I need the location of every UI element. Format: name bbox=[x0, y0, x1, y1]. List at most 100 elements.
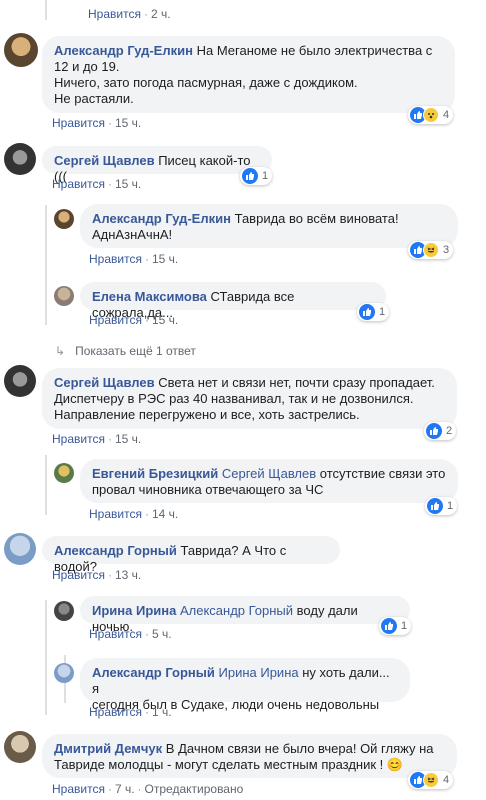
comment-text: отсутствие связи это bbox=[319, 466, 446, 481]
show-more-replies[interactable]: ↳ Показать ещё 1 ответ bbox=[55, 344, 196, 358]
comment-time[interactable]: 14 ч. bbox=[152, 507, 178, 521]
like-link[interactable]: Нравится bbox=[52, 782, 105, 796]
like-link[interactable]: Нравится bbox=[52, 177, 105, 191]
reaction-count: 3 bbox=[443, 244, 450, 256]
comment-text: провал чиновника отвечающего за ЧС bbox=[92, 482, 324, 497]
avatar[interactable] bbox=[4, 731, 36, 763]
author-name[interactable]: Александр Гуд-Елкин bbox=[92, 211, 231, 226]
haha-reaction-icon bbox=[423, 772, 439, 788]
reaction-count: 1 bbox=[379, 306, 386, 318]
avatar[interactable] bbox=[4, 365, 36, 397]
comment-bubble: Ирина Ирина Александр Горный воду дали н… bbox=[80, 596, 410, 634]
reaction-counter[interactable]: 3 bbox=[408, 241, 454, 259]
avatar[interactable] bbox=[54, 601, 74, 621]
thread-line bbox=[45, 205, 47, 325]
avatar[interactable] bbox=[54, 663, 74, 683]
comment-time[interactable]: 15 ч. bbox=[152, 252, 178, 266]
avatar[interactable] bbox=[4, 533, 36, 565]
reaction-count: 1 bbox=[262, 170, 269, 182]
author-name[interactable]: Елена Максимова bbox=[92, 289, 207, 304]
author-name[interactable]: Ирина Ирина bbox=[92, 603, 176, 618]
author-name[interactable]: Сергей Щавлев bbox=[54, 375, 155, 390]
like-link[interactable]: Нравится bbox=[89, 313, 142, 327]
like-reaction-icon bbox=[242, 168, 258, 184]
avatar[interactable] bbox=[54, 209, 74, 229]
comment-time[interactable]: 15 ч. bbox=[115, 432, 141, 446]
comment-time[interactable]: 15 ч. bbox=[115, 177, 141, 191]
comment-text: Не растаяли. bbox=[54, 91, 134, 106]
like-link[interactable]: Нравится bbox=[52, 116, 105, 130]
reaction-counter[interactable]: 1 bbox=[379, 617, 412, 635]
author-name[interactable]: Дмитрий Демчук bbox=[54, 741, 162, 756]
reaction-count: 2 bbox=[446, 425, 453, 437]
wow-reaction-icon bbox=[423, 107, 439, 123]
avatar[interactable] bbox=[54, 463, 74, 483]
author-name[interactable]: Сергей Щавлев bbox=[54, 153, 155, 168]
comment-bubble: Александр Горный Таврида? А Что с водой? bbox=[42, 536, 340, 574]
like-link[interactable]: Нравится bbox=[88, 7, 141, 21]
comment-bubble: Александр Гуд-Елкин Таврида во всём вино… bbox=[80, 204, 458, 248]
comment-time[interactable]: 2 ч. bbox=[151, 7, 171, 21]
thread-line bbox=[45, 0, 47, 20]
reaction-counter[interactable]: 4 bbox=[408, 106, 454, 124]
reaction-count: 1 bbox=[401, 620, 408, 632]
comment-bubble: Евгений Брезицкий Сергей Щавлев отсутств… bbox=[80, 459, 458, 503]
comment-time[interactable]: 15 ч. bbox=[152, 313, 178, 327]
reaction-counter[interactable]: 1 bbox=[425, 497, 458, 515]
comment-actions: Нравится · 15 ч. bbox=[89, 252, 179, 266]
comment-actions: Нравится · 15 ч. bbox=[52, 432, 142, 446]
comment-time[interactable]: 13 ч. bbox=[115, 568, 141, 582]
author-name[interactable]: Александр Горный bbox=[92, 665, 215, 680]
author-name[interactable]: Евгений Брезицкий bbox=[92, 466, 218, 481]
mention-tag[interactable]: Сергей Щавлев bbox=[222, 466, 316, 481]
comment-bubble: Александр Горный Ирина Ирина ну хоть дал… bbox=[80, 658, 410, 712]
comment-text: Света нет и связи нет, почти сразу пропа… bbox=[158, 375, 435, 390]
avatar[interactable] bbox=[4, 33, 38, 67]
reaction-count: 4 bbox=[443, 774, 450, 786]
comment-actions: Нравится · 13 ч. bbox=[52, 568, 142, 582]
comment-bubble: Дмитрий Демчук В Дачном связи не было вч… bbox=[42, 734, 457, 778]
mention-tag[interactable]: Александр Горный bbox=[180, 603, 293, 618]
comment-actions: Нравится · 2 ч. bbox=[88, 7, 171, 21]
comment-actions: Нравится · 15 ч. bbox=[52, 116, 142, 130]
mention-tag[interactable]: Ирина Ирина bbox=[219, 665, 299, 680]
like-link[interactable]: Нравится bbox=[89, 705, 142, 719]
comment-actions: Нравится · 5 ч. bbox=[89, 627, 172, 641]
comment-time[interactable]: 5 ч. bbox=[152, 627, 172, 641]
reaction-counter[interactable]: 4 bbox=[408, 771, 454, 789]
like-link[interactable]: Нравится bbox=[52, 432, 105, 446]
comment-text: Таврида во всём виновата! bbox=[234, 211, 399, 226]
comment-time[interactable]: 15 ч. bbox=[115, 116, 141, 130]
author-name[interactable]: Александр Гуд-Елкин bbox=[54, 43, 193, 58]
comment-text: В Дачном связи не было вчера! Ой гляжу н… bbox=[165, 741, 434, 756]
comment-actions: Нравится · 14 ч. bbox=[89, 507, 179, 521]
like-link[interactable]: Нравится bbox=[89, 627, 142, 641]
reaction-count: 1 bbox=[447, 500, 454, 512]
comment-text: Тавриде молодцы - могут сделать местным … bbox=[54, 757, 404, 772]
like-reaction-icon bbox=[359, 304, 375, 320]
avatar[interactable] bbox=[54, 286, 74, 306]
comment-actions: Нравится · 15 ч. bbox=[52, 177, 142, 191]
reaction-count: 4 bbox=[443, 109, 450, 121]
reply-arrow-icon: ↳ bbox=[55, 344, 66, 358]
comment-time[interactable]: 7 ч. bbox=[115, 782, 135, 796]
comment-text: АднАзнАчнА! bbox=[92, 227, 173, 242]
like-reaction-icon bbox=[427, 498, 443, 514]
like-link[interactable]: Нравится bbox=[89, 507, 142, 521]
comment-text: Ничего, зато погода пасмурная, даже с до… bbox=[54, 75, 358, 90]
comment-bubble: Александр Гуд-Елкин На Меганоме не было … bbox=[42, 36, 455, 113]
comment-time[interactable]: 1 ч. bbox=[152, 705, 172, 719]
author-name[interactable]: Александр Горный bbox=[54, 543, 177, 558]
comment-bubble: Сергей Щавлев Света нет и связи нет, поч… bbox=[42, 368, 457, 429]
show-more-label[interactable]: Показать ещё 1 ответ bbox=[75, 344, 196, 358]
like-reaction-icon bbox=[381, 618, 397, 634]
comment-text: Диспетчеру в РЭС раз 40 названивал, так … bbox=[54, 391, 414, 406]
like-link[interactable]: Нравится bbox=[52, 568, 105, 582]
reaction-counter[interactable]: 1 bbox=[357, 303, 390, 321]
edited-label[interactable]: Отредактировано bbox=[145, 782, 244, 796]
reaction-counter[interactable]: 1 bbox=[240, 167, 273, 185]
reaction-counter[interactable]: 2 bbox=[424, 422, 457, 440]
like-link[interactable]: Нравится bbox=[89, 252, 142, 266]
avatar[interactable] bbox=[4, 143, 36, 175]
comment-actions: Нравится · 1 ч. bbox=[89, 705, 172, 719]
